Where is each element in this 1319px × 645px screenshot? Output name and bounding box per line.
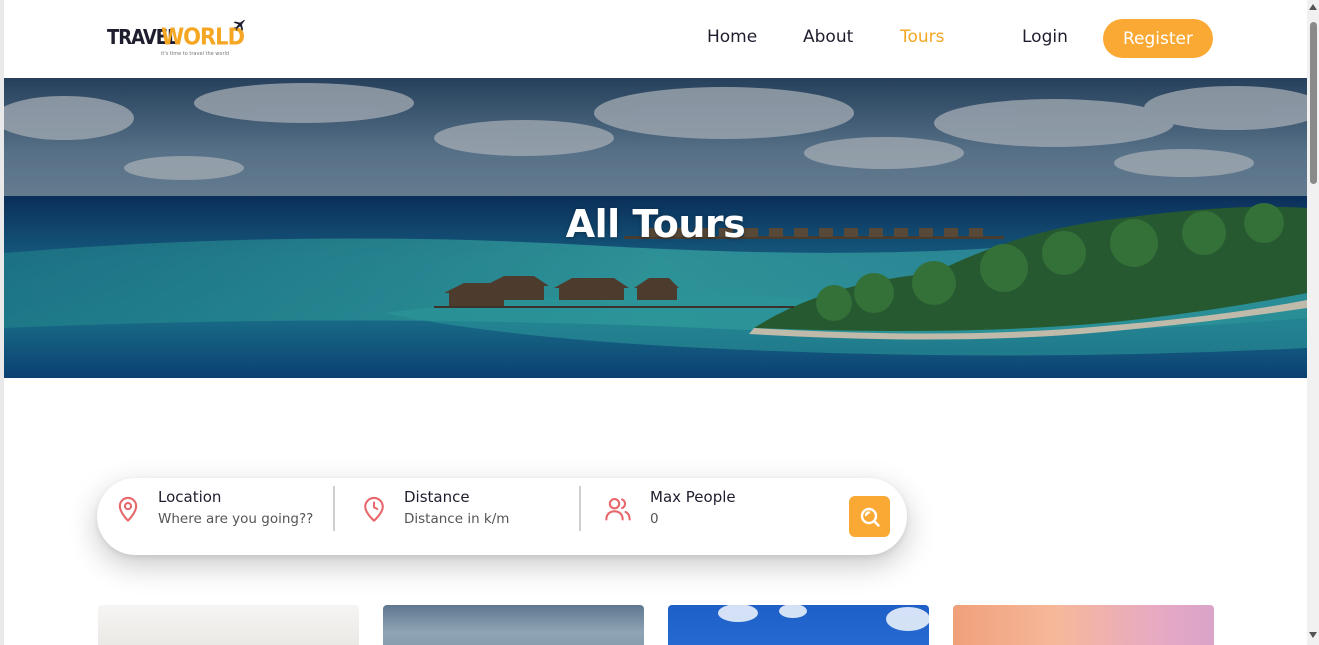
tour-card-image[interactable]	[98, 605, 359, 645]
max-people-label: Max People	[650, 488, 736, 506]
airplane-icon	[233, 19, 245, 31]
nav-about-link[interactable]: About	[803, 27, 853, 47]
field-divider	[579, 486, 581, 531]
register-button[interactable]: Register	[1103, 19, 1213, 58]
distance-input[interactable]: Distance in k/m	[404, 511, 509, 527]
map-pin-icon	[118, 496, 138, 522]
scroll-down-arrow-icon[interactable]	[1309, 632, 1317, 638]
tour-card-image[interactable]	[668, 605, 929, 645]
distance-label: Distance	[404, 488, 470, 506]
location-input[interactable]: Where are you going??	[158, 511, 313, 527]
nav-home-link[interactable]: Home	[707, 27, 757, 47]
scroll-up-arrow-icon[interactable]	[1309, 4, 1317, 10]
max-people-input[interactable]: 0	[650, 511, 659, 527]
location-field[interactable]: Location Where are you going??	[97, 478, 332, 555]
nav-tours-link[interactable]: Tours	[900, 27, 945, 47]
page-title: All Tours	[565, 202, 746, 246]
logo-tagline: it's time to travel the world	[161, 51, 230, 57]
search-icon	[860, 507, 880, 527]
tour-card-image[interactable]	[383, 605, 644, 645]
page-scrollbar[interactable]	[1307, 0, 1319, 645]
hero-banner: All Tours	[4, 78, 1307, 378]
clock-pin-icon	[364, 496, 384, 522]
tour-search-bar: Location Where are you going?? Distance …	[97, 478, 907, 555]
clouds-decoration	[718, 605, 929, 631]
field-divider	[333, 486, 335, 531]
login-button[interactable]: Login	[1022, 27, 1068, 47]
site-header: TRAVEL WORLD it's time to travel the wor…	[4, 0, 1307, 78]
distance-field[interactable]: Distance Distance in k/m	[337, 478, 577, 555]
location-label: Location	[158, 488, 222, 506]
tour-card-image[interactable]	[953, 605, 1214, 645]
group-icon	[605, 498, 631, 521]
scrollbar-thumb[interactable]	[1310, 22, 1317, 184]
max-people-field[interactable]: Max People 0	[583, 478, 833, 555]
search-button[interactable]	[849, 496, 890, 537]
travelworld-logo[interactable]: TRAVEL WORLD it's time to travel the wor…	[107, 18, 252, 62]
